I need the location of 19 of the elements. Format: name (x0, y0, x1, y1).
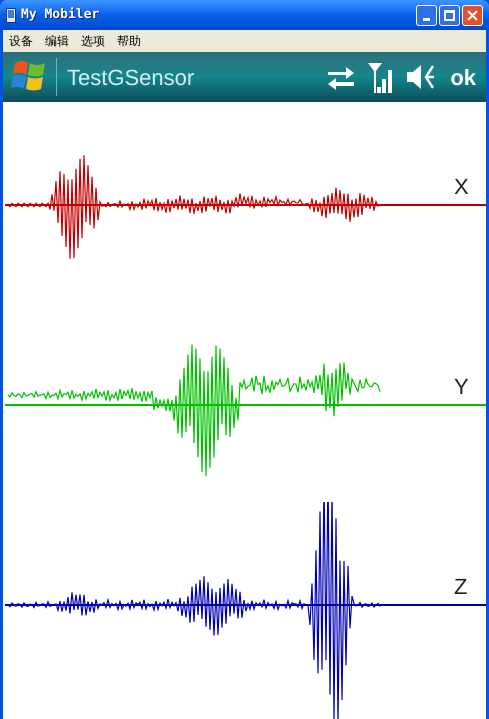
minimize-button[interactable] (416, 4, 437, 26)
close-button[interactable] (462, 4, 483, 26)
phone-icon (6, 8, 16, 22)
window-title: My Mobiler (21, 6, 100, 24)
menu-item[interactable]: 编辑 (45, 32, 69, 50)
menu-item[interactable]: 选项 (81, 32, 105, 50)
menu-item[interactable]: 帮助 (117, 32, 141, 50)
axis-label: X (454, 176, 469, 198)
speaker-icon (406, 63, 436, 91)
axis-label: Y (454, 376, 469, 398)
signal-strength-icon (368, 61, 394, 93)
maximize-button[interactable] (439, 4, 460, 26)
maximize-icon (444, 10, 455, 20)
minimize-icon (423, 18, 430, 20)
menu-item[interactable]: 设备 (9, 32, 33, 50)
axis-label: Z (454, 576, 468, 598)
app-title: TestGSensor (67, 64, 194, 92)
close-icon (467, 10, 478, 20)
ok-button[interactable]: ok (448, 60, 478, 94)
